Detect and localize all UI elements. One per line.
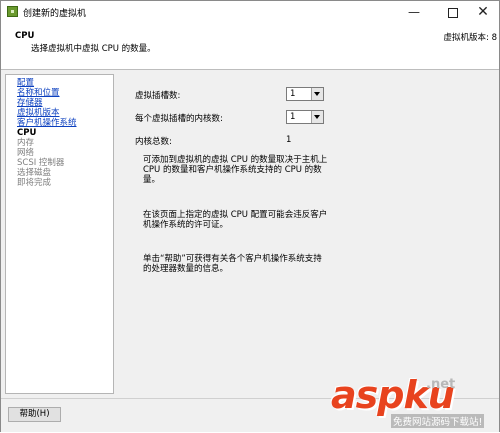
page-description: 选择虚拟机中虚拟 CPU 的数量。 [31, 44, 156, 54]
chevron-down-icon[interactable] [311, 111, 323, 123]
site-watermark-logo: aspku .net 免费网站源码下载站! [331, 371, 500, 433]
maximize-button[interactable] [437, 1, 469, 23]
title-bar[interactable]: 创建新的虚拟机 — ✕ [1, 1, 499, 23]
watermark-tagline: 免费网站源码下载站! [391, 414, 485, 428]
nav-step-vm-version[interactable]: 虚拟机版本 [6, 108, 113, 118]
sockets-label: 虚拟插槽数: [135, 91, 181, 101]
total-cores-value: 1 [286, 135, 292, 145]
window-title: 创建新的虚拟机 [23, 9, 87, 19]
nav-step-name-location[interactable]: 名称和位置 [6, 88, 113, 98]
nav-step-ready-to-complete: 即将完成 [17, 178, 52, 188]
wizard-body: 配置 名称和位置 存储器 虚拟机版本 客户机操作系统 CPU 内存 网络 SCS… [1, 70, 499, 398]
nav-step-config[interactable]: 配置 [6, 78, 113, 88]
nav-step-storage[interactable]: 存储器 [6, 98, 113, 108]
cores-per-socket-label: 每个虚拟插槽的内核数: [135, 114, 223, 124]
total-cores-label: 内核总数: [135, 137, 172, 147]
cores-per-socket-select[interactable]: 1 [286, 110, 324, 124]
cpu-config-panel: 虚拟插槽数: 1 每个虚拟插槽的内核数: 1 内核总数: 1 可添加到虚拟机的虚… [121, 70, 499, 398]
wizard-step-nav: 配置 名称和位置 存储器 虚拟机版本 客户机操作系统 CPU 内存 网络 SCS… [5, 74, 114, 394]
nav-step-guest-os[interactable]: 客户机操作系统 [6, 118, 113, 128]
sockets-select[interactable]: 1 [286, 87, 324, 101]
nav-step-memory: 内存 [17, 138, 35, 148]
nav-step-select-disk: 选择磁盘 [17, 168, 52, 178]
cpu-limit-info: 可添加到虚拟机的虚拟 CPU 的数量取决于主机上 CPU 的数量和客户机操作系统… [143, 155, 328, 185]
license-warning-info: 在该页面上指定的虚拟 CPU 配置可能会违反客户机操作系统的许可证。 [143, 210, 328, 230]
cores-per-socket-select-value: 1 [290, 112, 296, 122]
nav-step-network: 网络 [17, 148, 35, 158]
nav-step-scsi-controller: SCSI 控制器 [17, 158, 65, 168]
help-hint-info: 单击“帮助”可获得有关各个客户机操作系统支持的处理器数量的信息。 [143, 254, 322, 274]
help-button[interactable]: 帮助(H) [8, 407, 61, 422]
maximize-icon [448, 7, 458, 18]
page-title: CPU [15, 31, 35, 41]
minimize-button[interactable]: — [398, 1, 430, 23]
chevron-down-icon[interactable] [311, 88, 323, 100]
watermark-domain: .net [426, 377, 456, 392]
wizard-window: 创建新的虚拟机 — ✕ CPU 选择虚拟机中虚拟 CPU 的数量。 虚拟机版本:… [0, 0, 500, 432]
nav-step-cpu: CPU [17, 128, 37, 138]
vm-version-label: 虚拟机版本: 8 [443, 33, 497, 43]
close-button[interactable]: ✕ [467, 1, 499, 23]
page-header: CPU 选择虚拟机中虚拟 CPU 的数量。 虚拟机版本: 8 [1, 23, 499, 70]
vsphere-app-icon [7, 6, 18, 17]
sockets-select-value: 1 [290, 89, 296, 99]
